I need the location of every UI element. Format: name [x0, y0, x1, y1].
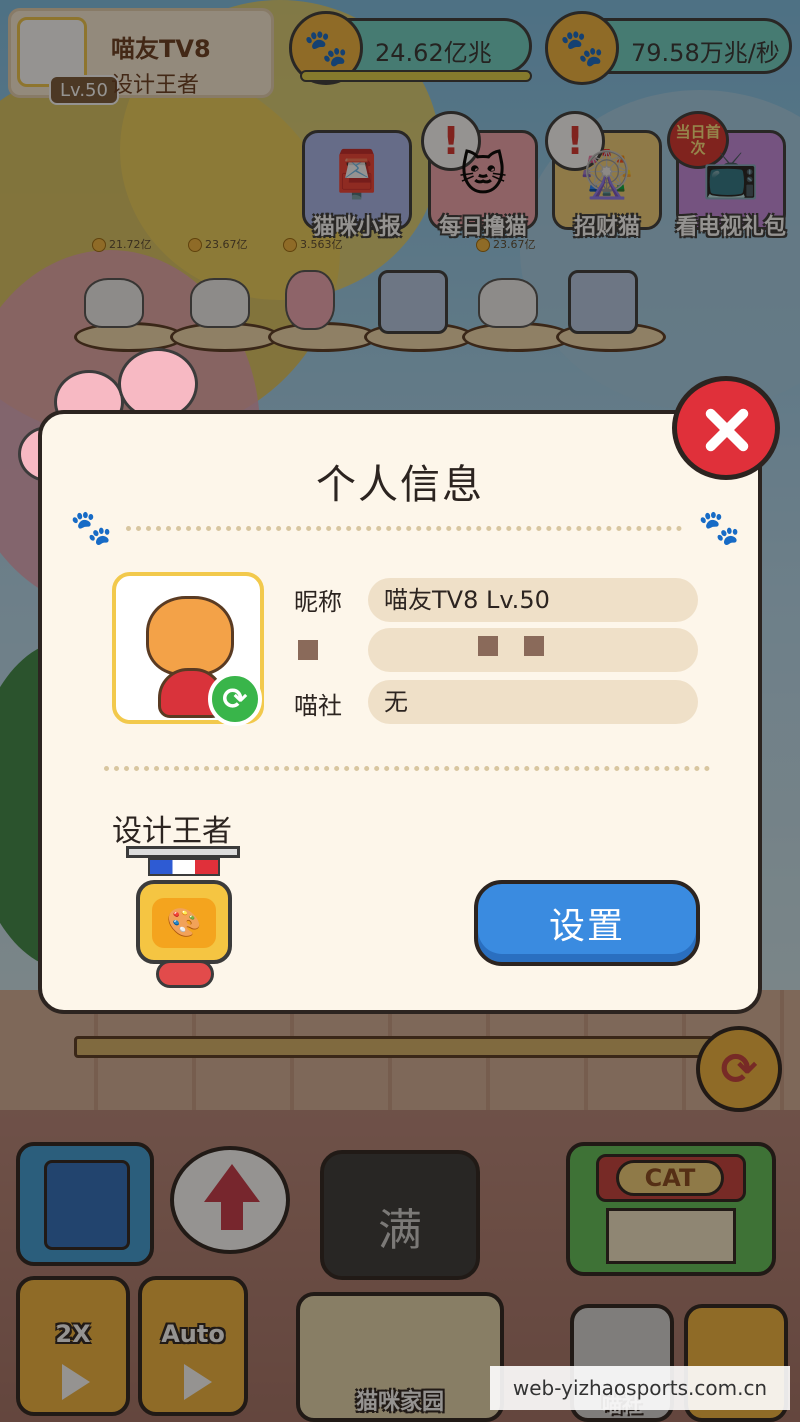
design-king-medal[interactable]: 🎨: [120, 844, 248, 990]
medal-bar: [126, 846, 240, 858]
nickname-label: 昵称: [294, 588, 342, 616]
settings-button[interactable]: 设置: [474, 880, 700, 966]
dotted-divider: [126, 526, 682, 531]
nickname-field: 喵友TV8 Lv.50: [368, 578, 698, 622]
watermark: web-yizhaosports.com.cn: [490, 1366, 790, 1410]
medal-body: 🎨: [136, 880, 232, 964]
redaction-block: [524, 636, 544, 656]
bow-icon: [156, 960, 214, 988]
paw-icon: 🐾: [70, 508, 113, 548]
change-avatar-icon[interactable]: ⟳: [208, 672, 262, 726]
medal-ribbon: [148, 858, 220, 876]
orange-cat-avatar: [146, 596, 234, 676]
dialog-title: 个人信息: [316, 462, 484, 508]
personal-info-dialog: 个人信息 🐾 🐾 ⟳ 昵称 喵友TV8 Lv.50 喵社 无 设计王者 🎨 设置: [38, 410, 762, 1014]
dotted-divider: [104, 766, 710, 771]
paw-icon: 🐾: [698, 508, 741, 548]
palette-icon: 🎨: [152, 898, 216, 948]
close-icon[interactable]: [672, 376, 780, 480]
redaction-block: [478, 636, 498, 656]
society-label: 喵社: [294, 692, 342, 720]
society-field: 无: [368, 680, 698, 724]
redaction-block: [298, 640, 318, 660]
